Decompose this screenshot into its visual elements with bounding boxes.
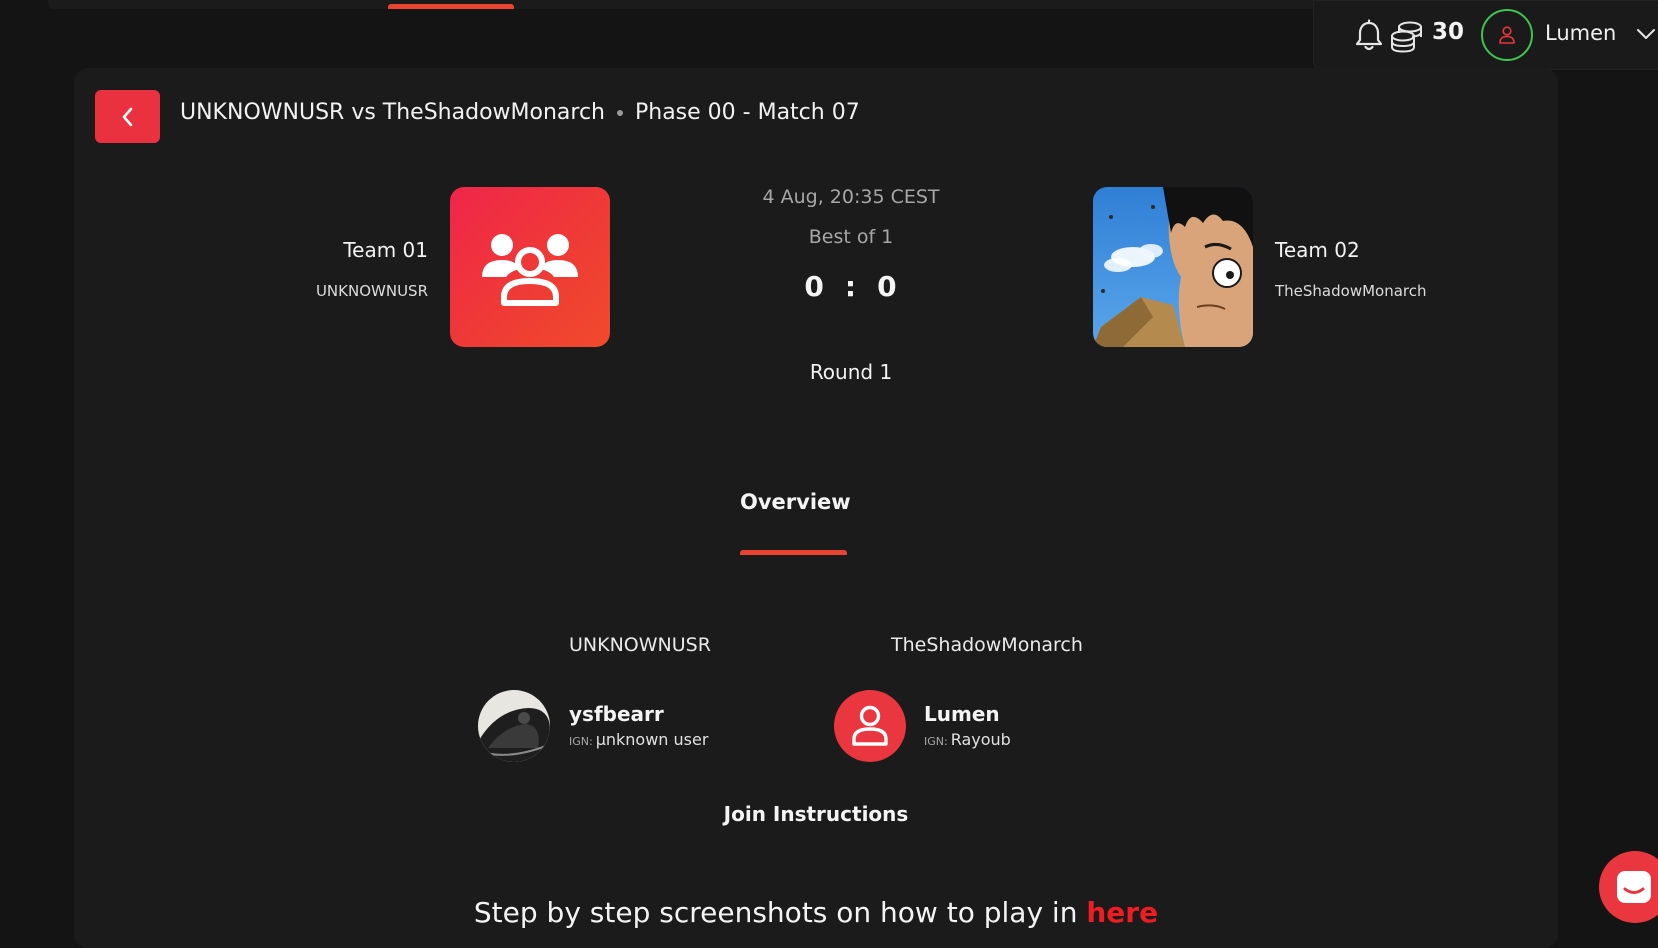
photo-avatar <box>478 690 550 762</box>
user-icon <box>852 705 888 746</box>
back-button[interactable] <box>95 90 160 143</box>
match-phase: Phase 00 - Match 07 <box>634 100 860 125</box>
best-of: Best of 1 <box>808 226 894 248</box>
match-title: UNKNOWNUSR vs TheShadowMonarch <box>180 100 605 125</box>
steps-link[interactable]: here <box>1086 896 1158 929</box>
team-group-icon <box>482 234 578 306</box>
bell-icon[interactable] <box>1354 19 1384 53</box>
steps-text: Step by step screenshots on how to play … <box>473 896 1087 929</box>
score-right: 0 <box>877 270 898 303</box>
chat-launcher-button[interactable] <box>1599 851 1658 923</box>
player-avatar[interactable] <box>834 690 906 762</box>
roster-title-team2: TheShadowMonarch <box>891 634 1083 656</box>
player-ign: IGN: µnknown user <box>569 730 708 749</box>
join-instructions-text: Step by step screenshots on how to play … <box>420 896 1212 929</box>
tab-active-indicator <box>740 550 847 555</box>
active-nav-indicator <box>388 4 514 9</box>
match-header: UNKNOWNUSR vs TheShadowMonarch Phase 00 … <box>180 100 860 125</box>
roster-title-team1: UNKNOWNUSR <box>569 634 711 656</box>
team2-name: Team 02 <box>1275 238 1360 262</box>
ign-value: Rayoub <box>950 730 1011 749</box>
chat-icon <box>1617 871 1651 903</box>
player-name[interactable]: Lumen <box>924 702 1000 726</box>
team1-name: Team 01 <box>343 238 428 262</box>
team2-logo[interactable] <box>1093 187 1253 347</box>
score-separator: : <box>844 270 858 303</box>
ign-value: µnknown user <box>595 730 709 749</box>
scoreboard: 0:0 <box>700 270 1002 303</box>
player-name[interactable]: ysfbearr <box>569 702 664 726</box>
player-avatar[interactable] <box>478 690 550 762</box>
username[interactable]: Lumen <box>1545 21 1616 45</box>
team1-logo[interactable] <box>450 187 610 347</box>
coin-count: 30 <box>1432 19 1465 45</box>
chevron-left-icon <box>122 107 132 126</box>
top-nav-strip <box>48 0 1348 9</box>
user-avatar[interactable] <box>1481 9 1533 61</box>
anime-character-avatar <box>1093 187 1253 347</box>
coins-icon <box>1391 21 1422 53</box>
join-instructions-title: Join Instructions <box>723 802 909 826</box>
user-bar: 30 Lumen <box>1313 0 1658 70</box>
chevron-down-icon[interactable] <box>1636 27 1656 41</box>
user-icon <box>1499 26 1515 44</box>
match-date: 4 Aug, 20:35 CEST <box>762 186 940 208</box>
player-ign: IGN: Rayoub <box>924 730 1011 749</box>
separator-dot <box>616 109 623 116</box>
round-label: Round 1 <box>809 360 893 384</box>
team2-subtitle: TheShadowMonarch <box>1275 282 1427 300</box>
tab-overview[interactable]: Overview <box>740 490 851 514</box>
ign-label: IGN: <box>924 735 948 748</box>
team1-subtitle: UNKNOWNUSR <box>315 282 428 300</box>
score-left: 0 <box>804 270 825 303</box>
ign-label: IGN: <box>569 735 593 748</box>
